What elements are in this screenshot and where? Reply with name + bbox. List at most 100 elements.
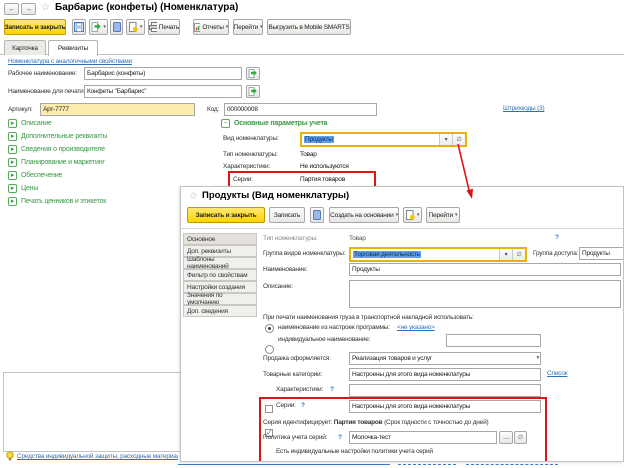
working-name-value: Барбарис (конфеты) xyxy=(87,70,145,77)
series-ident-text: Серия идентифицирует: Партия товаров (Ср… xyxy=(263,419,489,426)
characteristics-checkbox[interactable] xyxy=(265,405,273,413)
not-specified-link[interactable]: <не указано> xyxy=(397,324,435,331)
section-manufacturer-info[interactable]: ▸Сведения о производителе xyxy=(8,145,105,154)
categories-list-link[interactable]: Список xyxy=(547,370,567,377)
kind-label: Вид номенклатуры: xyxy=(223,135,279,142)
radio-program-settings-name[interactable] xyxy=(265,324,274,333)
green-fill-icon xyxy=(248,69,258,78)
bulb-icon xyxy=(6,451,14,461)
create-file-button[interactable]: ▾ xyxy=(126,19,145,35)
caret-icon: ▾ xyxy=(396,212,398,218)
help-icon[interactable]: ? xyxy=(555,234,559,241)
characteristics-input[interactable] xyxy=(349,384,541,397)
radio-program-settings-label: наименование из настроек программы: xyxy=(278,324,390,331)
dialog-tab-label: Доп. сведения xyxy=(187,308,228,315)
dropdown-button[interactable]: ▾ xyxy=(439,134,452,145)
categories-input[interactable]: Настроены для этого вида номенклатуры xyxy=(349,368,541,381)
dialog-goto-button[interactable]: Перейти ▾ xyxy=(426,207,460,223)
series-settings-input[interactable]: Настроены для этого вида номенклатуры xyxy=(349,400,541,413)
kind-group-combo[interactable]: Торговая деятельность ▾ ∅ xyxy=(349,247,527,262)
expand-icon: ▸ xyxy=(8,184,17,193)
working-name-input[interactable]: Барбарис (конфеты) xyxy=(84,67,242,80)
article-input[interactable]: Арт-7777 xyxy=(40,103,195,116)
expand-icon: ▸ xyxy=(8,132,17,141)
print-name-input[interactable]: Конфеты "Барбарис" xyxy=(84,85,242,98)
tab-details[interactable]: Реквизиты xyxy=(48,40,98,56)
expand-icon: ▸ xyxy=(8,171,17,180)
section-description[interactable]: ▸Описание xyxy=(8,119,52,128)
reports-button[interactable]: Отчеты ▾ xyxy=(193,19,229,35)
type-value: Товар xyxy=(300,151,317,158)
dialog-tab-label: Основное xyxy=(187,236,215,243)
dialog-create-based-button[interactable]: Создать на основании ▾ xyxy=(329,207,399,223)
working-name-label: Рабочее наименование: xyxy=(8,70,77,77)
dlg-description-textarea[interactable] xyxy=(349,280,621,308)
section-label: Планирование и маркетинг xyxy=(21,159,105,166)
dialog-save-close-button[interactable]: Записать и закрыть xyxy=(187,207,265,223)
open-link-button[interactable]: ∅ xyxy=(512,249,525,260)
dialog-tab-property-filter[interactable]: Фильтр по свойствам xyxy=(183,269,257,281)
ppe-materials-link[interactable]: Средства индивидуальной защиты, расходны… xyxy=(17,453,178,460)
export-mobile-smarts-button[interactable]: Выгрузить в Mobile SMARTS xyxy=(267,19,351,35)
print-button[interactable]: Печать xyxy=(148,19,180,35)
back-icon: ← xyxy=(8,6,14,13)
section-prices[interactable]: ▸Цены xyxy=(8,184,38,193)
forward-icon: → xyxy=(25,6,31,13)
copy-element-button[interactable]: ▾ xyxy=(89,19,108,35)
collapse-icon: − xyxy=(221,119,230,128)
section-additional-details[interactable]: ▸Дополнительные реквизиты xyxy=(8,132,107,141)
individual-name-input[interactable] xyxy=(446,334,541,347)
nav-back-button[interactable]: ← xyxy=(4,3,19,15)
printer-icon xyxy=(149,22,157,32)
article-value: Арт-7777 xyxy=(43,106,69,113)
help-icon[interactable]: ? xyxy=(330,386,334,393)
params-header[interactable]: − Основные параметры учета xyxy=(221,119,327,128)
dropdown-button[interactable]: ▾ xyxy=(499,249,512,260)
expand-icon: ▸ xyxy=(8,145,17,154)
dialog-goto-label: Перейти xyxy=(429,212,453,219)
sale-select[interactable]: Реализация товаров и услуг ▾ xyxy=(349,352,541,365)
favorite-star-icon[interactable]: ☆ xyxy=(189,191,198,202)
radio-individual-name[interactable] xyxy=(265,345,274,354)
section-price-tags[interactable]: ▸Печать ценников и этикеток xyxy=(8,197,106,206)
dialog-save-button[interactable]: Записать xyxy=(269,207,305,223)
dlg-name-input[interactable]: Продукты xyxy=(349,263,621,276)
dialog-compare-button[interactable] xyxy=(310,207,324,223)
print-name-fill-button[interactable] xyxy=(246,85,260,98)
series-label: Серии: xyxy=(233,176,253,183)
similar-nomenclature-link[interactable]: Номенклатура с аналогичными свойствами xyxy=(8,58,132,65)
caret-icon: ▾ xyxy=(140,24,142,30)
nav-forward-button[interactable]: → xyxy=(21,3,36,15)
dialog-toolbar-divider xyxy=(181,228,624,229)
characteristics-value: Не используются xyxy=(300,163,349,170)
section-supply[interactable]: ▸Обеспечение xyxy=(8,171,62,180)
dlg-characteristics-label: Характеристики: xyxy=(276,386,323,393)
kind-combo[interactable]: Продукты ▾ ∅ xyxy=(300,132,467,147)
code-value: 000000008 xyxy=(227,106,258,113)
help-icon[interactable]: ? xyxy=(338,434,342,441)
dialog-tab-label: Доп. реквизиты xyxy=(187,248,231,255)
working-name-fill-button[interactable] xyxy=(246,67,260,80)
favorite-star-icon[interactable]: ☆ xyxy=(41,2,50,13)
series-policy-choose-button[interactable]: … xyxy=(499,431,513,444)
open-link-button[interactable]: ∅ xyxy=(452,134,465,145)
series-policy-open-button[interactable]: ∅ xyxy=(514,431,527,444)
dialog-tab-extra-info[interactable]: Доп. сведения xyxy=(183,305,257,317)
save-button[interactable] xyxy=(72,19,86,35)
help-icon[interactable]: ? xyxy=(301,402,305,409)
dialog-file-button[interactable]: ▾ xyxy=(403,207,422,223)
section-planning-marketing[interactable]: ▸Планирование и маркетинг xyxy=(8,158,105,167)
dialog-tab-name-templates[interactable]: Шаблоны наименований xyxy=(183,257,257,269)
goto-button[interactable]: Перейти ▾ xyxy=(233,19,263,35)
save-close-button[interactable]: Записать и закрыть xyxy=(4,19,66,35)
code-input[interactable]: 000000008 xyxy=(224,103,377,116)
barcodes-link[interactable]: Штрихкоды (3) xyxy=(503,105,544,112)
kind-group-label: Группа видов номенклатуры: xyxy=(263,250,345,257)
dialog-tab-defaults[interactable]: Значения по умолчанию xyxy=(183,293,257,305)
section-label: Описание xyxy=(21,120,52,127)
access-group-input[interactable]: Продукты xyxy=(579,247,624,260)
series-policy-input[interactable]: Молочка-тест xyxy=(349,431,497,444)
compare-button[interactable] xyxy=(110,19,123,35)
tab-card[interactable]: Карточка xyxy=(4,40,46,55)
dialog-tab-main[interactable]: Основное xyxy=(183,233,257,245)
